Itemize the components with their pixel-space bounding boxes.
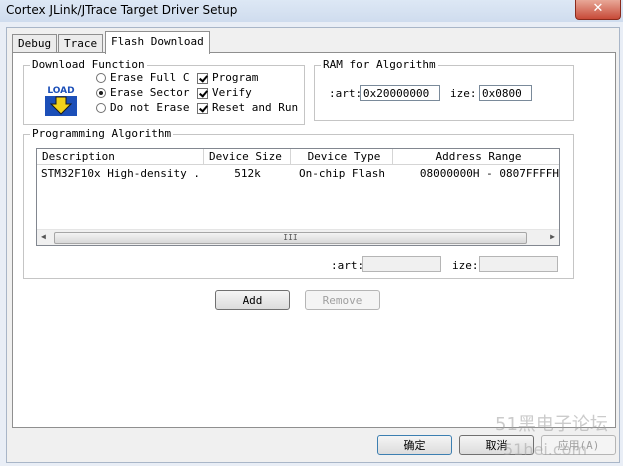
watermark-url: 51hei.com bbox=[503, 440, 588, 459]
download-function-group: Download Function LOAD Erase Full C Eras… bbox=[23, 58, 305, 125]
programming-algorithm-group: Programming Algorithm Description Device… bbox=[23, 127, 574, 279]
algo-start-label: :art: bbox=[331, 259, 365, 272]
verify-label: Verify bbox=[212, 86, 252, 99]
column-address-range[interactable]: Address Range bbox=[393, 149, 559, 164]
erase-full-chip-label: Erase Full C bbox=[110, 71, 190, 84]
window-title: Cortex JLink/JTrace Target Driver Setup bbox=[6, 3, 238, 17]
reset-and-run-label: Reset and Run bbox=[212, 101, 299, 114]
do-not-erase-radio[interactable]: Do not Erase bbox=[96, 101, 189, 115]
algorithm-list[interactable]: Description Device Size Device Type Addr… bbox=[36, 148, 560, 246]
remove-button[interactable]: Remove bbox=[305, 290, 380, 310]
program-label: Program bbox=[212, 71, 259, 84]
ram-start-input[interactable]: 0x20000000 bbox=[360, 85, 440, 101]
programming-algorithm-legend: Programming Algorithm bbox=[30, 127, 174, 140]
reset-and-run-checkbox[interactable]: Reset and Run bbox=[197, 101, 298, 115]
ram-size-label: ize: bbox=[450, 87, 477, 100]
title-bar: Cortex JLink/JTrace Target Driver Setup … bbox=[0, 0, 623, 22]
watermark-text: 51黑电子论坛 bbox=[495, 414, 608, 435]
column-description[interactable]: Description bbox=[37, 149, 204, 164]
ram-start-label: :art: bbox=[329, 87, 363, 100]
horizontal-scrollbar[interactable]: ◀ III ▶ bbox=[37, 229, 559, 245]
ram-for-algorithm-legend: RAM for Algorithm bbox=[321, 58, 438, 71]
algo-size-input[interactable] bbox=[479, 256, 558, 272]
column-device-type[interactable]: Device Type bbox=[291, 149, 393, 164]
cell-description: STM32F10x High-density ... bbox=[41, 167, 201, 180]
radio-indicator-selected bbox=[96, 88, 106, 98]
verify-checkbox[interactable]: Verify bbox=[197, 86, 252, 100]
erase-sectors-label: Erase Sector bbox=[110, 86, 190, 99]
list-header: Description Device Size Device Type Addr… bbox=[37, 149, 559, 165]
add-button[interactable]: Add bbox=[215, 290, 290, 310]
ram-for-algorithm-group: RAM for Algorithm :art: 0x20000000 ize: … bbox=[314, 58, 574, 121]
algo-start-input[interactable] bbox=[362, 256, 441, 272]
ok-button[interactable]: 确定 bbox=[377, 435, 452, 455]
program-checkbox[interactable]: Program bbox=[197, 71, 258, 85]
flash-download-panel: Download Function LOAD Erase Full C Eras… bbox=[12, 52, 616, 428]
close-button[interactable]: ✕ bbox=[575, 0, 621, 20]
scroll-left-icon[interactable]: ◀ bbox=[41, 232, 46, 241]
column-device-size[interactable]: Device Size bbox=[204, 149, 291, 164]
scroll-thumb[interactable]: III bbox=[54, 232, 527, 244]
cell-device-type: On-chip Flash bbox=[298, 167, 386, 180]
do-not-erase-label: Do not Erase bbox=[110, 101, 190, 114]
check-icon bbox=[197, 72, 208, 84]
tab-trace[interactable]: Trace bbox=[58, 34, 104, 53]
scroll-right-icon[interactable]: ▶ bbox=[550, 232, 555, 241]
download-function-legend: Download Function bbox=[30, 58, 147, 71]
tab-debug[interactable]: Debug bbox=[12, 34, 58, 53]
erase-sectors-radio[interactable]: Erase Sector bbox=[96, 86, 189, 100]
algo-size-label: ize: bbox=[452, 259, 479, 272]
check-icon bbox=[197, 102, 208, 114]
radio-indicator bbox=[96, 103, 106, 113]
radio-indicator bbox=[96, 73, 106, 83]
tab-flash-download[interactable]: Flash Download bbox=[105, 31, 210, 54]
ram-size-input[interactable]: 0x0800 bbox=[479, 85, 532, 101]
load-icon: LOAD bbox=[45, 84, 77, 116]
check-icon bbox=[197, 87, 208, 99]
cell-address-range: 08000000H - 0807FFFFH bbox=[419, 167, 559, 180]
cell-device-size: 512k bbox=[234, 167, 261, 180]
load-icon-text: LOAD bbox=[47, 86, 74, 96]
erase-full-chip-radio[interactable]: Erase Full C bbox=[96, 71, 189, 85]
dialog-client: Debug Trace Flash Download Download Func… bbox=[6, 27, 620, 463]
